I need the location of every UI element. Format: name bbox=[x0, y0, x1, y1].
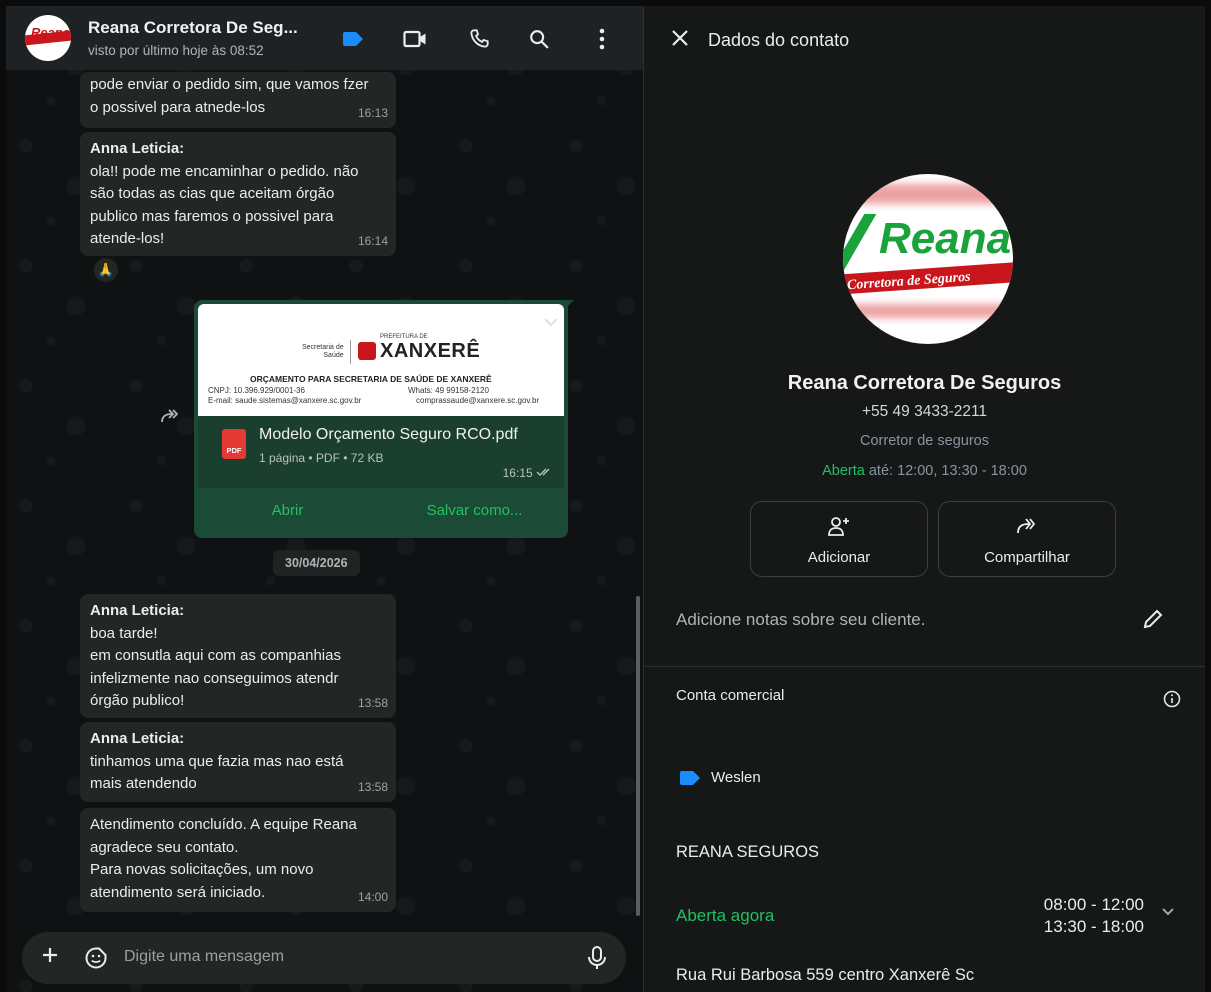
message-sender: Anna Leticia: bbox=[90, 730, 185, 747]
message-time: 16:13 bbox=[357, 105, 388, 120]
business-address[interactable]: Rua Rui Barbosa 559 centro Xanxerê Sc bbox=[676, 966, 974, 985]
read-receipt-icon bbox=[536, 468, 550, 476]
business-name: REANA SEGUROS bbox=[676, 843, 820, 861]
section-divider bbox=[644, 666, 1205, 667]
business-account-label: Conta comercial bbox=[676, 687, 785, 704]
preview-cnpj: CNPJ: 10.396.929/0001-36 bbox=[208, 386, 305, 395]
message-text: ola!! pode me encaminhar o pedido. não s… bbox=[90, 162, 359, 248]
document-time: 16:15 bbox=[503, 466, 554, 480]
message-time: 13:58 bbox=[357, 779, 388, 794]
client-notes-input[interactable]: Adicione notas sobre seu cliente. bbox=[676, 610, 926, 630]
panel-title: Dados do contato bbox=[708, 30, 850, 50]
share-contact-button[interactable]: Compartilhar bbox=[938, 501, 1116, 577]
message-composer[interactable]: Digite uma mensagem bbox=[22, 932, 626, 984]
chat-scrollbar[interactable] bbox=[636, 596, 640, 916]
save-as-button[interactable]: Salvar como... bbox=[381, 492, 568, 538]
emoji-sticker-icon[interactable] bbox=[84, 946, 108, 970]
message-input[interactable]: Digite uma mensagem bbox=[124, 948, 284, 966]
message-time: 13:58 bbox=[357, 695, 388, 710]
document-info[interactable]: PDF Modelo Orçamento Seguro RCO.pdf 1 pá… bbox=[198, 416, 564, 488]
open-status: Aberta bbox=[822, 463, 865, 479]
business-hours[interactable]: 08:00 - 12:00 13:30 - 18:00 bbox=[1004, 894, 1144, 938]
pdf-file-icon: PDF bbox=[222, 429, 246, 459]
label-tag-icon[interactable] bbox=[340, 26, 366, 52]
message-sender: Anna Leticia: bbox=[90, 140, 185, 157]
document-time-text: 16:15 bbox=[502, 466, 533, 480]
contact-info-panel: Dados do contato Reana Corretora de Segu… bbox=[644, 6, 1205, 992]
chat-title[interactable]: Reana Corretora De Seg... bbox=[88, 18, 298, 38]
date-separator: 30/04/2026 bbox=[273, 550, 360, 576]
message-bubble[interactable]: pode enviar o pedido sim, que vamos fzer… bbox=[80, 72, 396, 128]
edit-pencil-icon[interactable] bbox=[1142, 608, 1166, 632]
preview-title: ORÇAMENTO PARA SECRETARIA DE SAÚDE DE XA… bbox=[250, 374, 492, 384]
message-time: 16:14 bbox=[357, 233, 388, 248]
brand-logo-text: Reana bbox=[879, 214, 1012, 263]
message-list[interactable]: pode enviar o pedido sim, que vamos fzer… bbox=[6, 70, 643, 924]
message-time: 14:00 bbox=[357, 889, 388, 904]
forward-icon[interactable] bbox=[160, 408, 182, 430]
info-icon[interactable] bbox=[1163, 690, 1181, 708]
preview-whats: Whats: 49 99158-2120 bbox=[408, 386, 489, 395]
app-frame: Reana Reana Corretora De Seg... visto po… bbox=[6, 6, 1205, 992]
document-filename: Modelo Orçamento Seguro RCO.pdf bbox=[259, 426, 518, 443]
open-document-button[interactable]: Abrir bbox=[194, 492, 381, 538]
message-bubble[interactable]: Atendimento concluído. A equipe Reana ag… bbox=[80, 808, 396, 912]
label-name[interactable]: Weslen bbox=[711, 769, 761, 786]
hours-text: até: 12:00, 13:30 - 18:00 bbox=[864, 463, 1027, 479]
label-tag-icon bbox=[680, 771, 700, 785]
document-message[interactable]: Secretaria de Saúde PREFEITURA DE XANXER… bbox=[194, 300, 568, 538]
message-bubble[interactable]: Anna Leticia: ola!! pode me encaminhar o… bbox=[80, 132, 396, 256]
message-text: Atendimento concluído. A equipe Reana ag… bbox=[90, 816, 357, 901]
hours-slot-2: 13:30 - 18:00 bbox=[1043, 917, 1144, 936]
document-meta: 1 página • PDF • 72 KB bbox=[259, 451, 384, 465]
message-text: tinhamos uma que fazia mas nao está mais… bbox=[90, 752, 344, 793]
avatar-logo-text: Reana bbox=[31, 25, 71, 40]
message-text: pode enviar o pedido sim, que vamos fzer… bbox=[90, 76, 369, 116]
chevron-down-icon[interactable] bbox=[544, 314, 558, 330]
share-contact-label: Compartilhar bbox=[984, 549, 1070, 566]
message-sender: Anna Leticia: bbox=[90, 602, 185, 619]
close-icon[interactable] bbox=[670, 28, 692, 50]
preview-secretaria: Secretaria de Saúde bbox=[302, 344, 344, 359]
message-bubble[interactable]: Anna Leticia: tinhamos uma que fazia mas… bbox=[80, 722, 396, 802]
voice-call-icon[interactable] bbox=[466, 26, 492, 52]
chevron-down-icon[interactable] bbox=[1160, 904, 1178, 922]
document-actions: Abrir Salvar como... bbox=[194, 492, 568, 538]
business-category: Corretor de seguros bbox=[860, 433, 989, 449]
add-person-icon bbox=[751, 516, 927, 538]
search-icon[interactable] bbox=[526, 26, 552, 52]
contact-name: Reana Corretora De Seguros bbox=[787, 372, 1062, 394]
preview-email2: comprassaude@xanxere.sc.gov.br bbox=[416, 396, 540, 405]
contact-profile-photo[interactable]: Reana Corretora de Seguros bbox=[843, 174, 1013, 344]
last-seen-status: visto por último hoje às 08:52 bbox=[88, 43, 264, 58]
message-text: boa tarde! em consutla aqui com as compa… bbox=[90, 624, 341, 710]
add-contact-button[interactable]: Adicionar bbox=[750, 501, 928, 577]
video-call-icon[interactable] bbox=[402, 26, 428, 52]
attach-plus-icon[interactable] bbox=[40, 945, 60, 970]
contact-phone[interactable]: +55 49 3433-2211 bbox=[644, 403, 1205, 421]
message-bubble[interactable]: Anna Leticia: boa tarde! em consutla aqu… bbox=[80, 594, 396, 718]
chat-header[interactable]: Reana Reana Corretora De Seg... visto po… bbox=[6, 6, 643, 70]
add-contact-label: Adicionar bbox=[807, 549, 871, 566]
share-forward-icon bbox=[939, 516, 1115, 538]
hours-slot-1: 08:00 - 12:00 bbox=[1043, 895, 1144, 914]
opening-hours-summary: Aberta até: 12:00, 13:30 - 18:00 bbox=[644, 463, 1205, 479]
preview-email: E-mail: saude.sistemas@xanxere.sc.gov.br bbox=[208, 396, 362, 405]
chat-panel: Reana Reana Corretora De Seg... visto po… bbox=[6, 6, 643, 992]
open-now-status: Aberta agora bbox=[676, 906, 775, 925]
reaction-emoji[interactable]: 🙏 bbox=[94, 258, 118, 282]
contact-avatar[interactable]: Reana bbox=[25, 15, 71, 61]
document-preview[interactable]: Secretaria de Saúde PREFEITURA DE XANXER… bbox=[198, 304, 564, 416]
microphone-icon[interactable] bbox=[586, 945, 608, 971]
city-crest-icon bbox=[358, 342, 376, 360]
menu-kebab-icon[interactable] bbox=[589, 26, 615, 52]
preview-city: XANXERÊ bbox=[380, 340, 481, 362]
